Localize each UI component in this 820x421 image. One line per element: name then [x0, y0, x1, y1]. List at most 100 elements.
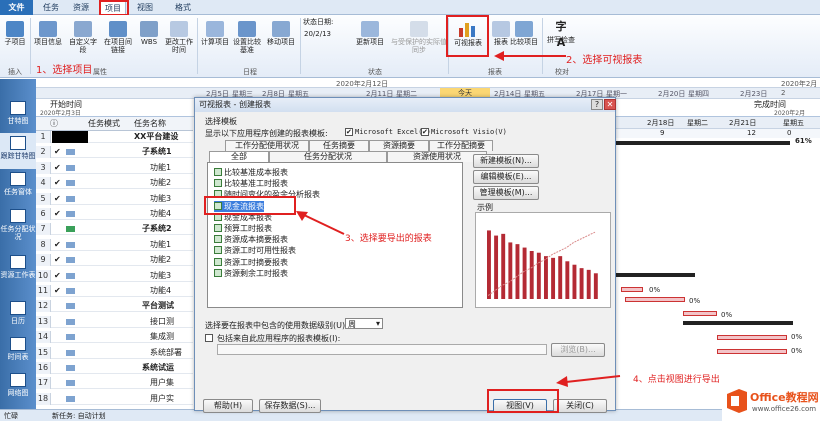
task-bar[interactable]: [717, 349, 787, 354]
excel-checkbox[interactable]: ✔: [345, 128, 353, 136]
report-template-item[interactable]: 资源工时可用性报表: [214, 245, 296, 256]
view-network[interactable]: 网络图: [0, 373, 36, 397]
table-row[interactable]: 11 ✔ 功能4: [36, 285, 193, 297]
link-projects-button[interactable]: 在项目间链接: [102, 21, 134, 54]
report-template-item[interactable]: 资源工时摘要报表: [214, 257, 288, 268]
table-row[interactable]: 14 集成测: [36, 331, 193, 344]
edit-template-button[interactable]: 编辑模板(E)...: [473, 170, 539, 184]
row-number[interactable]: 16: [36, 362, 51, 374]
project-info-button[interactable]: 项目信息: [33, 21, 63, 46]
usage-level-select[interactable]: 周 ▾: [345, 318, 383, 329]
summary-bar[interactable]: [615, 141, 790, 145]
row-number[interactable]: 4: [36, 177, 51, 190]
move-project-button[interactable]: 移动项目: [265, 21, 297, 46]
table-row[interactable]: 12 平台测试: [36, 300, 193, 313]
table-row[interactable]: 10 ✔ 功能3: [36, 269, 193, 282]
table-row[interactable]: 17 用户集: [36, 377, 193, 390]
table-row[interactable]: 15 系统部署: [36, 346, 193, 359]
include-app-checkbox[interactable]: [205, 334, 213, 342]
table-row[interactable]: 3 ✔ 功能1: [36, 161, 193, 174]
view-task-usage[interactable]: 任务分配状况: [0, 209, 36, 241]
tab-task-usage[interactable]: 任务分配状况: [269, 151, 387, 162]
row-number[interactable]: 17: [36, 377, 51, 390]
row-number[interactable]: 12: [36, 300, 51, 313]
task-name-cell[interactable]: 集成测: [150, 331, 174, 343]
template-path-input[interactable]: [217, 344, 547, 355]
task-name-cell[interactable]: 功能3: [150, 193, 171, 205]
task-name-cell[interactable]: 用户实: [150, 393, 174, 405]
table-row[interactable]: 5 ✔ 功能3: [36, 192, 193, 205]
view-resource-sheet[interactable]: 资源工作表: [0, 255, 36, 279]
task-name-cell[interactable]: 功能4: [150, 208, 171, 220]
task-name-cell[interactable]: 功能3: [150, 270, 171, 282]
spelling-button[interactable]: 字A 拼写检查: [544, 19, 578, 49]
tab-resource-usage[interactable]: 资源使用状况: [387, 151, 487, 162]
new-task-mode[interactable]: 新任务: 自动计划: [52, 410, 106, 421]
table-row[interactable]: 16 系统试运: [36, 362, 193, 374]
save-data-button[interactable]: 保存数据(S)...: [259, 399, 321, 413]
table-row[interactable]: 9 ✔ 功能2: [36, 254, 193, 267]
task-name-cell[interactable]: 用户集: [150, 377, 174, 389]
task-name-cell[interactable]: 功能2: [150, 254, 171, 266]
row-number[interactable]: 8: [36, 238, 51, 251]
col-task-mode[interactable]: 任务模式: [88, 118, 120, 130]
task-name-cell[interactable]: 接口测: [150, 316, 174, 328]
col-task-name[interactable]: 任务名称: [134, 118, 166, 130]
selected-cell[interactable]: [52, 131, 88, 143]
status-date-value[interactable]: 20/2/13: [304, 30, 348, 38]
summary-bar[interactable]: [683, 321, 793, 325]
update-project-button[interactable]: 更新项目: [352, 21, 388, 46]
task-name-cell[interactable]: XX平台建设: [134, 131, 178, 143]
task-name-cell[interactable]: 功能1: [150, 239, 171, 251]
row-number[interactable]: 15: [36, 346, 51, 359]
manage-template-button[interactable]: 管理模板(M)...: [473, 186, 539, 200]
report-template-item[interactable]: 比较基准工时报表: [214, 178, 288, 189]
view-timeline[interactable]: 时间表: [0, 337, 36, 361]
task-bar[interactable]: [621, 287, 643, 292]
help-button[interactable]: 帮助(H): [203, 399, 253, 413]
view-task-form[interactable]: 任务窗体: [0, 172, 36, 196]
tab-view[interactable]: 视图: [134, 1, 156, 14]
row-number[interactable]: 9: [36, 254, 51, 267]
row-number[interactable]: 7: [36, 223, 51, 236]
task-name-cell[interactable]: 系统试运: [142, 362, 174, 374]
custom-fields-button[interactable]: 自定义字段: [66, 21, 100, 54]
tab-resource[interactable]: 资源: [70, 1, 92, 14]
row-number[interactable]: 13: [36, 315, 51, 328]
close-button[interactable]: 关闭(C): [553, 399, 607, 413]
visio-checkbox[interactable]: ✔: [421, 128, 429, 136]
close-icon[interactable]: ✕: [604, 99, 616, 110]
task-bar[interactable]: [717, 335, 787, 340]
gantt-chart[interactable]: 2月18日 星期二 2月21日 星期五 9 12 0 61% 0% 0% 0% …: [615, 117, 820, 409]
tab-task-summary[interactable]: 任务摘要: [309, 140, 369, 151]
report-template-item[interactable]: 资源成本摘要报表: [214, 234, 288, 245]
row-number[interactable]: 3: [36, 161, 51, 174]
task-name-cell[interactable]: 系统部署: [150, 347, 182, 359]
table-row[interactable]: 6 ✔ 功能4: [36, 208, 193, 220]
view-tracking-gantt[interactable]: 跟踪甘特图: [0, 133, 36, 169]
table-row[interactable]: 13 接口测: [36, 315, 193, 328]
row-number[interactable]: 10: [36, 269, 51, 282]
table-row[interactable]: 18 用户实: [36, 392, 193, 405]
tab-assignment-summary[interactable]: 工作分配摘要: [429, 140, 493, 151]
compare-projects-button[interactable]: 比较项目: [507, 21, 541, 46]
task-name-cell[interactable]: 功能4: [150, 285, 171, 297]
sync-protected-button[interactable]: 与受保护的实际值同步: [390, 21, 448, 54]
tab-resource-summary[interactable]: 资源摘要: [369, 140, 429, 151]
task-name-cell[interactable]: 平台测试: [142, 300, 174, 312]
help-icon[interactable]: ?: [591, 99, 603, 110]
task-name-cell[interactable]: 子系统2: [142, 223, 172, 235]
table-row[interactable]: 7 子系统2: [36, 223, 193, 236]
report-template-item[interactable]: 预算工时报表: [214, 223, 272, 234]
row-number[interactable]: 2: [36, 146, 51, 159]
browse-button[interactable]: 浏览(B)...: [551, 343, 605, 357]
table-row[interactable]: 8 ✔ 功能1: [36, 238, 193, 251]
tab-task[interactable]: 任务: [40, 1, 62, 14]
task-name-cell[interactable]: 功能2: [150, 177, 171, 189]
wbs-button[interactable]: WBS: [136, 21, 162, 46]
tab-assignment-usage[interactable]: 工作分配使用状况: [225, 140, 309, 151]
row-number[interactable]: 14: [36, 331, 51, 344]
row-number[interactable]: 18: [36, 392, 51, 405]
table-row[interactable]: 4 ✔ 功能2: [36, 177, 193, 190]
task-bar[interactable]: [683, 311, 717, 316]
